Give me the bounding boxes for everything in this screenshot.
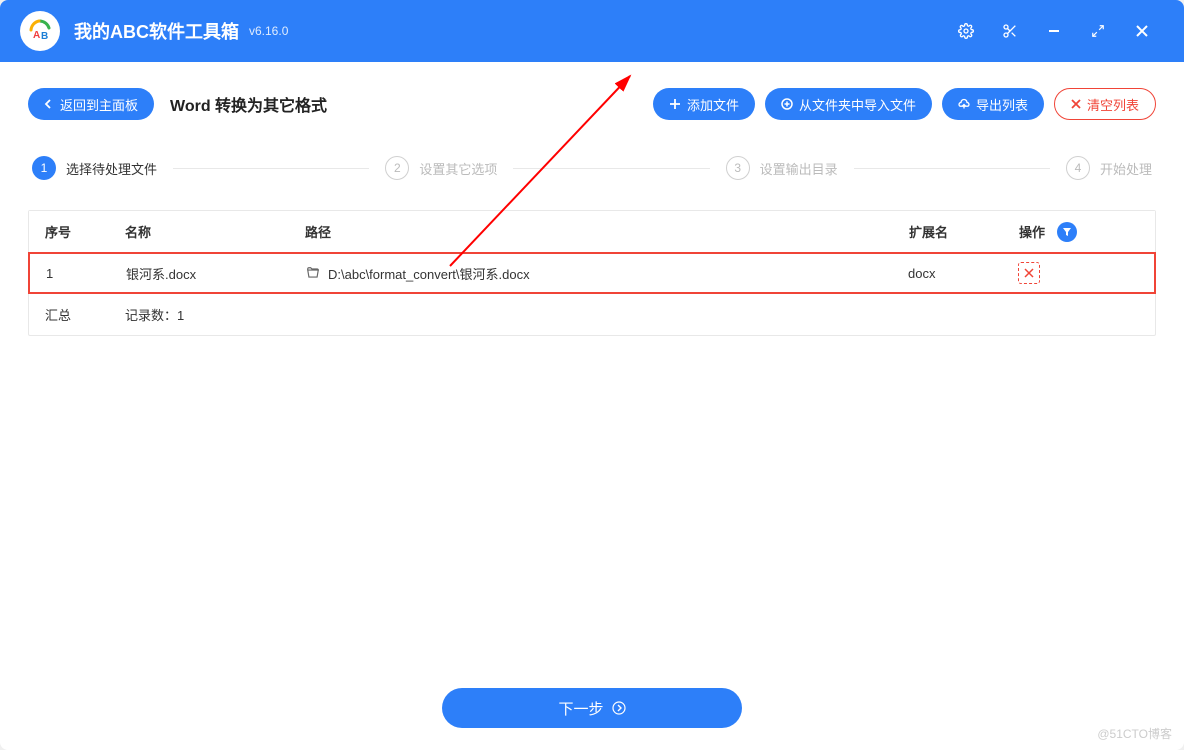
filter-icon xyxy=(1062,227,1072,237)
steps-bar: 1 选择待处理文件 2 设置其它选项 3 设置输出目录 4 开始处理 xyxy=(28,156,1156,180)
step-divider xyxy=(854,168,1050,169)
back-button[interactable]: 返回到主面板 xyxy=(28,88,154,120)
filter-button[interactable] xyxy=(1057,222,1077,242)
file-table: 序号 名称 路径 扩展名 操作 1 银河系.docx D:\abc\format… xyxy=(28,210,1156,336)
cell-action xyxy=(1018,262,1138,284)
x-icon xyxy=(1024,268,1034,278)
header-name: 名称 xyxy=(125,222,305,241)
chevron-right-circle-icon xyxy=(612,701,626,715)
next-button-label: 下一步 xyxy=(558,698,603,719)
step-2-num: 2 xyxy=(385,156,409,180)
header-row: 返回到主面板 Word 转换为其它格式 添加文件 从文件夹中导入文件 导出列表 … xyxy=(28,88,1156,120)
table-header-row: 序号 名称 路径 扩展名 操作 xyxy=(29,211,1155,253)
add-file-button[interactable]: 添加文件 xyxy=(653,88,755,120)
close-button[interactable] xyxy=(1120,13,1164,49)
summary-label: 汇总 xyxy=(45,305,125,324)
next-button[interactable]: 下一步 xyxy=(442,688,742,728)
watermark: @51CTO博客 xyxy=(1097,725,1172,742)
circle-plus-icon xyxy=(781,98,793,110)
step-divider xyxy=(173,168,369,169)
back-button-label: 返回到主面板 xyxy=(60,95,138,114)
step-4-label: 开始处理 xyxy=(1100,159,1152,178)
import-folder-button[interactable]: 从文件夹中导入文件 xyxy=(765,88,932,120)
import-folder-label: 从文件夹中导入文件 xyxy=(799,95,916,114)
clear-list-button[interactable]: 清空列表 xyxy=(1054,88,1156,120)
page-title: Word 转换为其它格式 xyxy=(170,92,327,116)
step-divider xyxy=(513,168,709,169)
step-1[interactable]: 1 选择待处理文件 xyxy=(32,156,157,180)
footer-actions: 下一步 xyxy=(442,688,742,728)
clear-list-label: 清空列表 xyxy=(1087,95,1139,114)
close-icon xyxy=(1071,99,1081,109)
header-ext: 扩展名 xyxy=(909,222,1019,241)
step-2-label: 设置其它选项 xyxy=(419,159,497,178)
header-action: 操作 xyxy=(1019,222,1139,242)
summary-count: 记录数：1 xyxy=(125,305,305,324)
upload-icon xyxy=(958,98,970,110)
header-seq: 序号 xyxy=(45,222,125,241)
cell-path: D:\abc\format_convert\银河系.docx xyxy=(306,264,908,283)
export-list-button[interactable]: 导出列表 xyxy=(942,88,1044,120)
maximize-button[interactable] xyxy=(1076,13,1120,49)
svg-text:B: B xyxy=(41,31,48,42)
cell-path-text: D:\abc\format_convert\银河系.docx xyxy=(328,264,530,283)
svg-text:A: A xyxy=(33,30,40,41)
delete-row-button[interactable] xyxy=(1018,262,1040,284)
cell-name: 银河系.docx xyxy=(126,264,306,283)
step-4[interactable]: 4 开始处理 xyxy=(1066,156,1152,180)
content-area: 返回到主面板 Word 转换为其它格式 添加文件 从文件夹中导入文件 导出列表 … xyxy=(0,62,1184,750)
table-summary-row: 汇总 记录数：1 xyxy=(29,293,1155,335)
chevron-left-icon xyxy=(44,99,54,109)
step-1-num: 1 xyxy=(32,156,56,180)
export-list-label: 导出列表 xyxy=(976,95,1028,114)
settings-button[interactable] xyxy=(944,13,988,49)
app-logo: A B xyxy=(20,11,60,51)
app-version: v6.16.0 xyxy=(249,24,288,38)
table-row[interactable]: 1 银河系.docx D:\abc\format_convert\银河系.doc… xyxy=(28,252,1156,294)
step-3-label: 设置输出目录 xyxy=(760,159,838,178)
main-window: A B 我的ABC软件工具箱 v6.16.0 返回到主面板 Wo xyxy=(0,0,1184,750)
cell-ext: docx xyxy=(908,266,1018,281)
app-title: 我的ABC软件工具箱 xyxy=(74,18,239,44)
folder-icon xyxy=(306,266,320,280)
header-path: 路径 xyxy=(305,222,909,241)
cell-seq: 1 xyxy=(46,266,126,281)
step-4-num: 4 xyxy=(1066,156,1090,180)
step-3[interactable]: 3 设置输出目录 xyxy=(726,156,838,180)
minimize-button[interactable] xyxy=(1032,13,1076,49)
add-file-label: 添加文件 xyxy=(687,95,739,114)
scissors-button[interactable] xyxy=(988,13,1032,49)
header-action-label: 操作 xyxy=(1019,222,1045,241)
step-2[interactable]: 2 设置其它选项 xyxy=(385,156,497,180)
step-3-num: 3 xyxy=(726,156,750,180)
step-1-label: 选择待处理文件 xyxy=(66,159,157,178)
plus-icon xyxy=(669,98,681,110)
titlebar: A B 我的ABC软件工具箱 v6.16.0 xyxy=(0,0,1184,62)
